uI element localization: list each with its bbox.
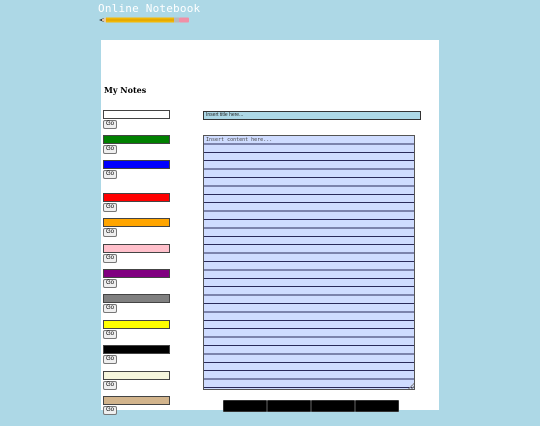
notebook-panel: My Notes Go Go Go Go Go Go Go Go Go Go Go Go: [101, 40, 439, 415]
action-button-3[interactable]: [311, 400, 355, 412]
note-color-swatch[interactable]: [103, 135, 170, 144]
go-button[interactable]: Go: [103, 406, 118, 415]
title-input[interactable]: [203, 111, 421, 120]
note-color-swatch[interactable]: [103, 193, 170, 202]
note-color-swatch[interactable]: [103, 371, 170, 380]
action-button-1[interactable]: [223, 400, 267, 412]
action-bar: [223, 400, 403, 412]
note-item: Go: [103, 160, 173, 190]
go-button[interactable]: Go: [103, 279, 118, 288]
note-color-swatch[interactable]: [103, 160, 170, 169]
go-button[interactable]: Go: [103, 203, 118, 212]
go-button[interactable]: Go: [103, 145, 118, 154]
content-area: [203, 135, 415, 390]
go-button[interactable]: Go: [103, 170, 118, 179]
note-color-swatch[interactable]: [103, 218, 170, 227]
note-color-swatch[interactable]: [103, 320, 170, 329]
note-color-swatch[interactable]: [103, 345, 170, 354]
pencil-icon: [99, 17, 189, 23]
section-title: My Notes: [104, 85, 147, 95]
resize-handle[interactable]: [408, 383, 414, 389]
note-color-swatch[interactable]: [103, 244, 170, 253]
action-button-4[interactable]: [355, 400, 399, 412]
note-color-swatch[interactable]: [103, 269, 170, 278]
go-button[interactable]: Go: [103, 330, 118, 339]
go-button[interactable]: Go: [103, 381, 118, 390]
note-color-swatch[interactable]: [103, 396, 170, 405]
go-button[interactable]: Go: [103, 304, 118, 313]
note-item: Go: [103, 396, 173, 426]
go-button[interactable]: Go: [103, 254, 118, 263]
action-button-2[interactable]: [267, 400, 311, 412]
note-color-swatch[interactable]: [103, 110, 170, 119]
go-button[interactable]: Go: [103, 355, 118, 364]
content-input[interactable]: [204, 136, 414, 389]
go-button[interactable]: Go: [103, 120, 118, 129]
app-title: Online Notebook: [98, 2, 201, 15]
go-button[interactable]: Go: [103, 228, 118, 237]
note-color-swatch[interactable]: [103, 294, 170, 303]
